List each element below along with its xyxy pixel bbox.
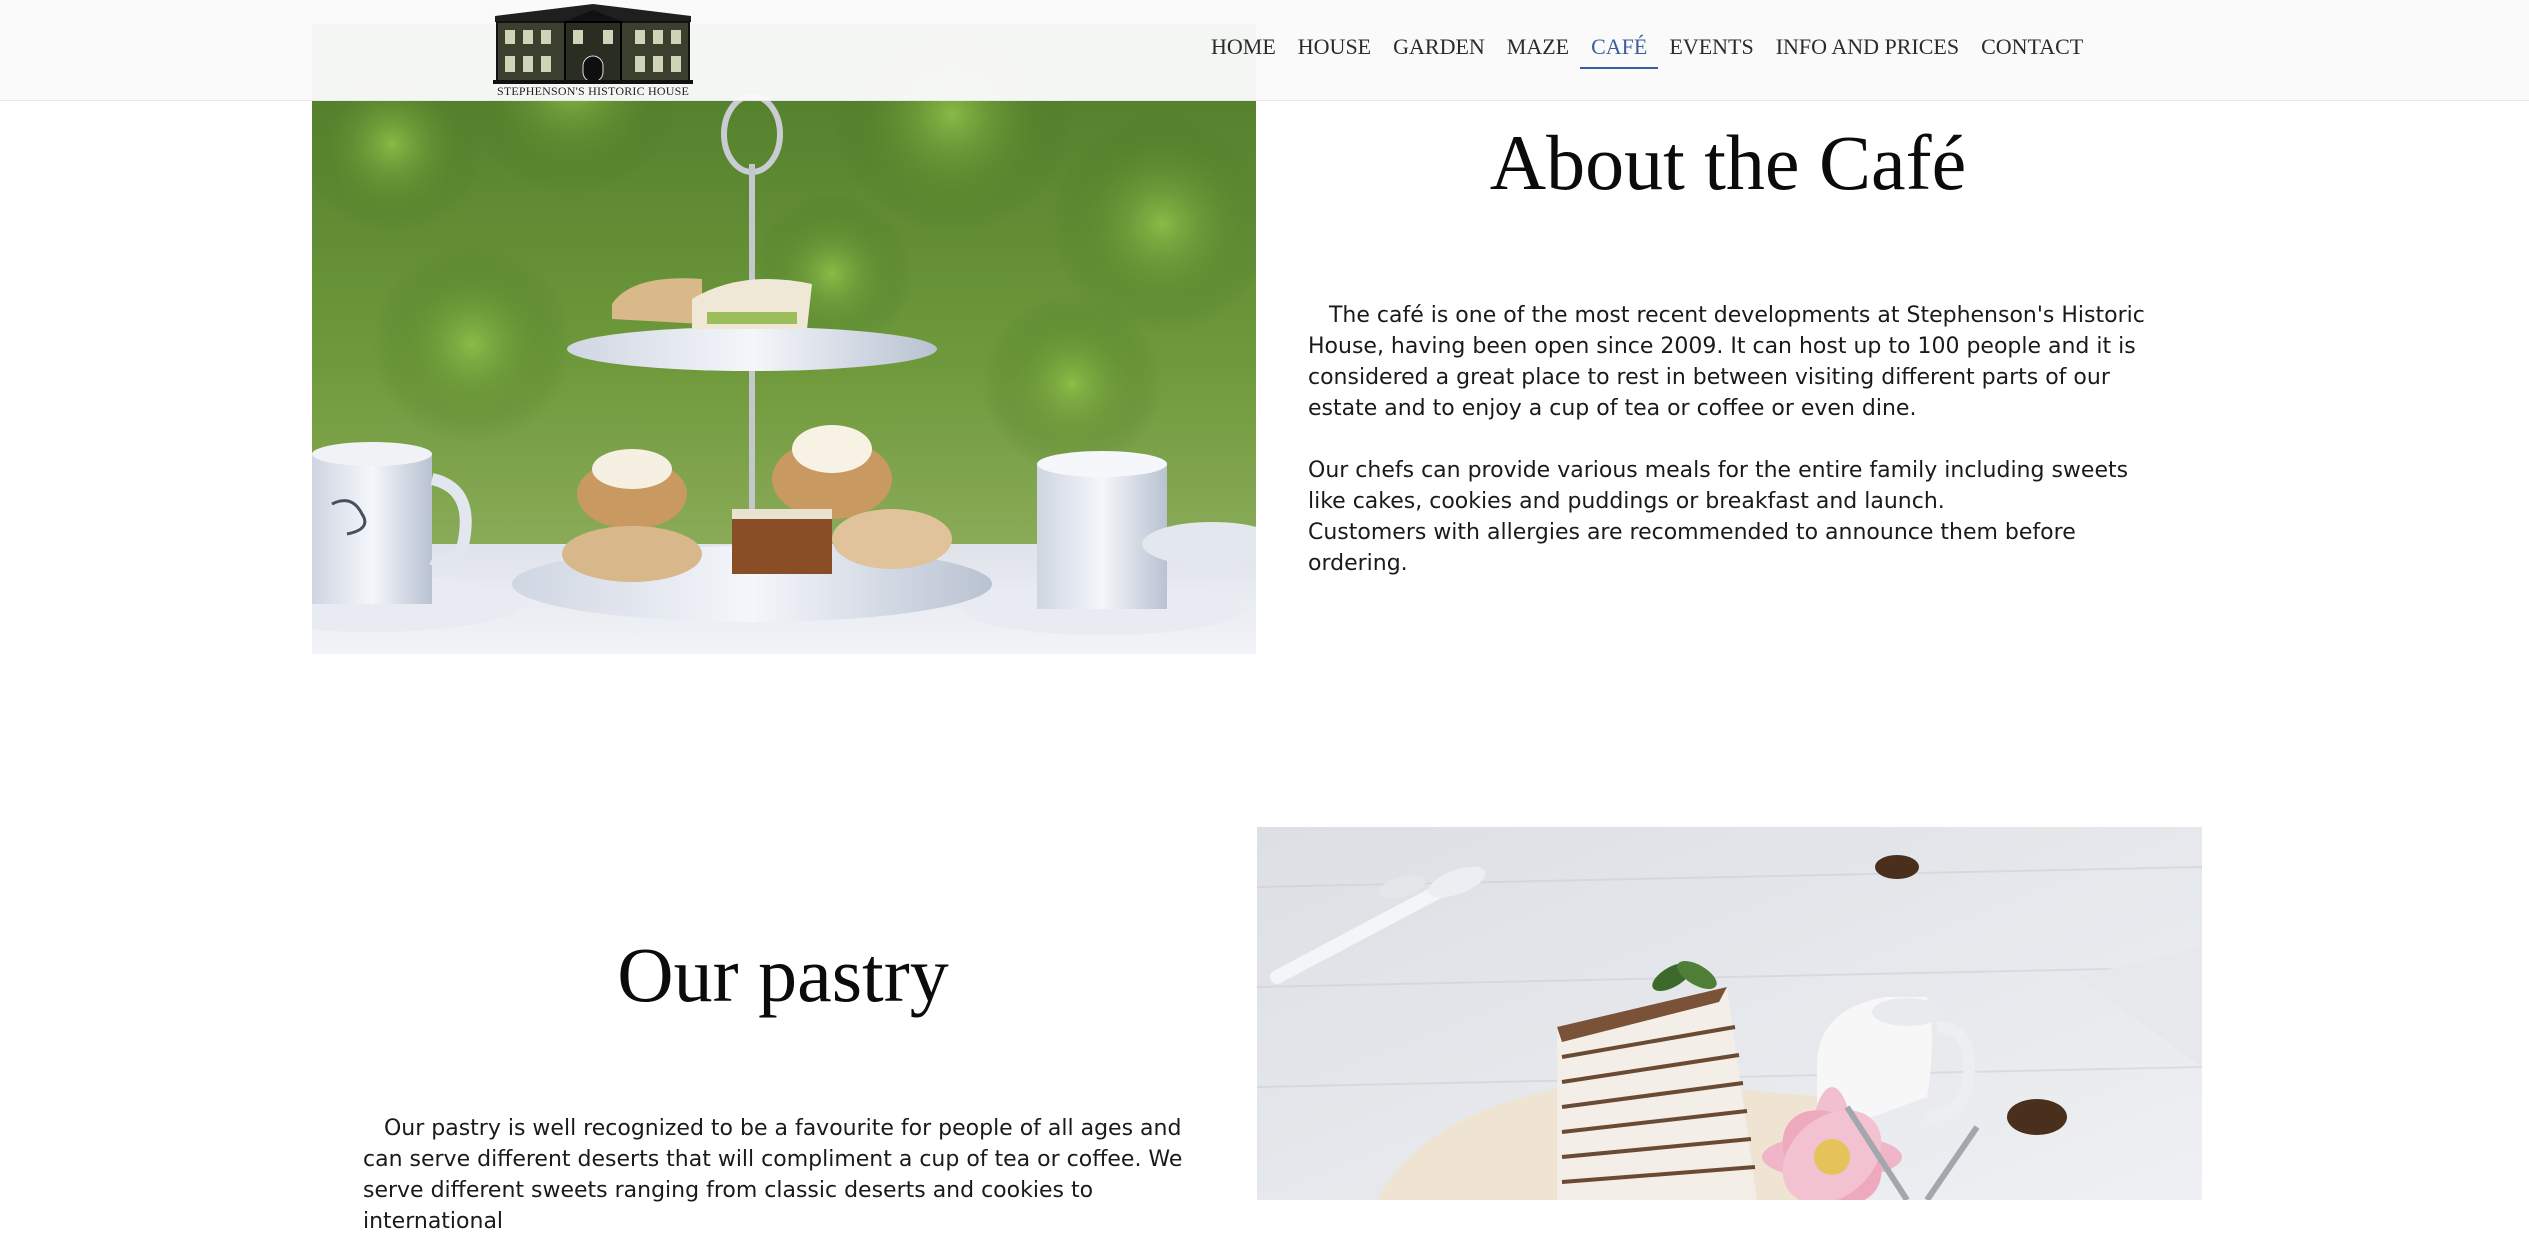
nav-contact[interactable]: CONTACT — [1970, 0, 2094, 100]
about-cafe-text: The café is one of the most recent devel… — [1308, 300, 2158, 579]
logo-text: STEPHENSON'S HISTORIC HOUSE — [496, 84, 690, 98]
pastry-paragraph-1: Our pastry is well recognized to be a fa… — [363, 1116, 1183, 1234]
crepe-cake-photo — [1257, 827, 2202, 1200]
about-cafe-title: About the Café — [1489, 119, 1967, 206]
nav-events[interactable]: EVENTS — [1658, 0, 1764, 100]
afternoon-tea-photo — [312, 24, 1256, 654]
nav-maze[interactable]: MAZE — [1496, 0, 1580, 100]
about-paragraph-2: Our chefs can provide various meals for … — [1308, 458, 2129, 514]
nav-home[interactable]: HOME — [1200, 0, 1287, 100]
about-paragraph-3: Customers with allergies are recommended… — [1308, 520, 2076, 576]
nav-house[interactable]: HOUSE — [1287, 0, 1382, 100]
nav-garden[interactable]: GARDEN — [1382, 0, 1496, 100]
nav-cafe[interactable]: CAFÉ — [1580, 0, 1659, 100]
our-pastry-title: Our pastry — [617, 931, 949, 1018]
historic-house-icon — [493, 4, 693, 84]
site-logo[interactable]: STEPHENSON'S HISTORIC HOUSE — [488, 2, 698, 98]
our-pastry-text: Our pastry is well recognized to be a fa… — [363, 1113, 1213, 1237]
nav-info-and-prices[interactable]: INFO AND PRICES — [1765, 0, 1970, 100]
main-navigation: HOME HOUSE GARDEN MAZE CAFÉ EVENTS INFO … — [1200, 0, 2094, 100]
site-header: STEPHENSON'S HISTORIC HOUSE HOME HOUSE G… — [0, 0, 2529, 101]
about-paragraph-1: The café is one of the most recent devel… — [1308, 303, 2145, 421]
